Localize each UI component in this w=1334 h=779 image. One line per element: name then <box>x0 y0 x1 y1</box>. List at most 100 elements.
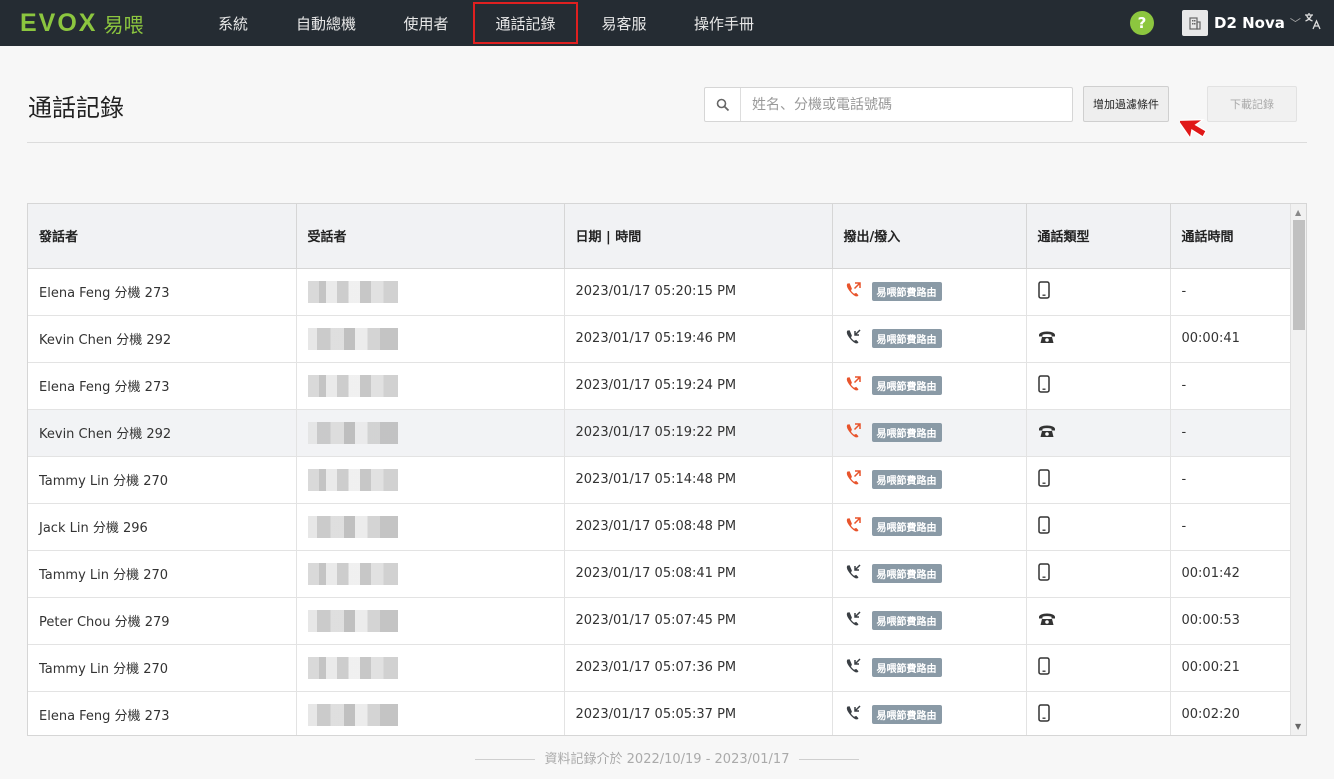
incoming-call-icon <box>844 328 862 350</box>
outgoing-call-icon <box>844 469 862 491</box>
column-header-duration[interactable]: 通話時間 <box>1170 204 1291 269</box>
duration-cell: - <box>1170 409 1291 457</box>
route-badge: 易喂節費路由 <box>871 470 942 489</box>
column-header-callee[interactable]: 受話者 <box>296 204 565 269</box>
direction-cell: 易喂節費路由 <box>832 456 1027 504</box>
caller-cell: Kevin Chen 分機 292 <box>28 409 297 457</box>
date-range-text: 資料記錄介於 2022/10/19 - 2023/01/17 <box>544 752 790 767</box>
caller-cell: Elena Feng 分機 273 <box>28 268 297 316</box>
scroll-down-icon[interactable]: ▼ <box>1295 722 1301 731</box>
scroll-thumb[interactable] <box>1293 220 1305 330</box>
datetime-cell: 2023/01/17 05:05:37 PM <box>564 691 833 735</box>
nav-item-customer-service[interactable]: 易客服 <box>578 0 670 46</box>
duration-cell: 00:02:20 <box>1170 691 1291 735</box>
redacted-callee-image <box>307 703 398 726</box>
direction-cell: 易喂節費路由 <box>832 691 1027 735</box>
table-row[interactable]: Elena Feng 分機 273 2023/01/17 05:19:24 PM 易… <box>28 362 1291 410</box>
datetime-cell: 2023/01/17 05:07:36 PM <box>564 644 833 692</box>
column-header-caller[interactable]: 發話者 <box>28 204 297 269</box>
route-badge: 易喂節費路由 <box>871 376 942 395</box>
outgoing-call-icon <box>844 281 862 303</box>
route-badge: 易喂節費路由 <box>871 658 942 677</box>
caller-cell: Tammy Lin 分機 270 <box>28 550 297 598</box>
top-navbar: EVOX 易喂 系統 自動總機 使用者 通話記錄 易客服 操作手冊 ? D2 N… <box>0 0 1334 46</box>
header-divider <box>27 142 1307 143</box>
table-row[interactable]: Elena Feng 分機 273 2023/01/17 05:20:15 PM 易… <box>28 268 1291 316</box>
caller-cell: Kevin Chen 分機 292 <box>28 315 297 363</box>
nav-item-manual[interactable]: 操作手冊 <box>670 0 778 46</box>
table-scrollbar[interactable]: ▲ ▼ <box>1290 204 1306 735</box>
caller-cell: Elena Feng 分機 273 <box>28 362 297 410</box>
outgoing-call-icon <box>844 516 862 538</box>
callee-cell <box>296 456 565 504</box>
call-type-cell <box>1026 691 1171 735</box>
call-records-table: 發話者 受話者 日期 | 時間 撥出/撥入 通話類型 通話時間 Elena Fe… <box>27 203 1307 736</box>
column-header-direction[interactable]: 撥出/撥入 <box>832 204 1027 269</box>
direction-cell: 易喂節費路由 <box>832 550 1027 598</box>
call-type-cell <box>1026 456 1171 504</box>
landline-phone-icon <box>1038 424 1056 438</box>
scroll-up-icon[interactable]: ▲ <box>1295 208 1301 217</box>
callee-cell <box>296 409 565 457</box>
datetime-cell: 2023/01/17 05:07:45 PM <box>564 597 833 645</box>
download-records-button[interactable]: 下載記錄 <box>1207 86 1297 122</box>
nav-item-auto-attendant[interactable]: 自動總機 <box>270 0 382 46</box>
mouse-cursor-icon <box>1176 110 1214 150</box>
account-name: D2 Nova <box>1214 14 1285 32</box>
table-row[interactable]: Peter Chou 分機 279 2023/01/17 05:07:45 PM 易… <box>28 597 1291 645</box>
chevron-down-icon: ﹀ <box>1289 17 1301 30</box>
table-row[interactable]: Tammy Lin 分機 270 2023/01/17 05:08:41 PM 易喂… <box>28 550 1291 598</box>
nav-item-call-records[interactable]: 通話記錄 <box>473 2 578 44</box>
table-row[interactable]: Elena Feng 分機 273 2023/01/17 05:05:37 PM 易… <box>28 691 1291 735</box>
caller-cell: Jack Lin 分機 296 <box>28 503 297 551</box>
caller-cell: Peter Chou 分機 279 <box>28 597 297 645</box>
route-badge: 易喂節費路由 <box>871 705 942 724</box>
direction-cell: 易喂節費路由 <box>832 409 1027 457</box>
datetime-cell: 2023/01/17 05:14:48 PM <box>564 456 833 504</box>
route-badge: 易喂節費路由 <box>871 329 942 348</box>
mobile-phone-icon <box>1037 656 1050 675</box>
translate-icon[interactable] <box>1304 12 1322 34</box>
caller-cell: Tammy Lin 分機 270 <box>28 456 297 504</box>
caller-cell: Elena Feng 分機 273 <box>28 691 297 735</box>
search-box <box>704 87 1073 122</box>
call-type-cell <box>1026 362 1171 410</box>
column-header-datetime[interactable]: 日期 | 時間 <box>564 204 833 269</box>
callee-cell <box>296 550 565 598</box>
nav-item-system[interactable]: 系統 <box>196 0 270 46</box>
logo-chinese-text: 易喂 <box>103 12 144 37</box>
table-row[interactable]: Tammy Lin 分機 270 2023/01/17 05:07:36 PM 易喂… <box>28 644 1291 692</box>
mobile-phone-icon <box>1037 468 1050 487</box>
table-row[interactable]: Kevin Chen 分機 292 2023/01/17 05:19:22 PM 易… <box>28 409 1291 457</box>
redacted-callee-image <box>307 421 398 444</box>
callee-cell <box>296 315 565 363</box>
table-row[interactable]: Tammy Lin 分機 270 2023/01/17 05:14:48 PM 易喂… <box>28 456 1291 504</box>
duration-cell: - <box>1170 362 1291 410</box>
column-header-call-type[interactable]: 通話類型 <box>1026 204 1171 269</box>
table-row[interactable]: Kevin Chen 分機 292 2023/01/17 05:19:46 PM 易… <box>28 315 1291 363</box>
redacted-callee-image <box>307 609 398 632</box>
building-icon <box>1182 10 1208 36</box>
mobile-phone-icon <box>1037 280 1050 299</box>
redacted-callee-image <box>307 515 398 538</box>
help-icon[interactable]: ? <box>1130 11 1154 35</box>
call-type-cell <box>1026 550 1171 598</box>
account-menu[interactable]: D2 Nova ﹀ <box>1182 9 1301 37</box>
datetime-cell: 2023/01/17 05:19:24 PM <box>564 362 833 410</box>
duration-cell: - <box>1170 503 1291 551</box>
route-badge: 易喂節費路由 <box>871 517 942 536</box>
add-filter-button[interactable]: 增加過濾條件 <box>1083 86 1169 122</box>
redacted-callee-image <box>307 468 398 491</box>
call-type-cell <box>1026 409 1171 457</box>
brand-logo[interactable]: EVOX 易喂 <box>20 9 144 37</box>
search-icon <box>705 88 741 121</box>
mobile-phone-icon <box>1037 703 1050 722</box>
footer-line-left <box>474 759 535 760</box>
direction-cell: 易喂節費路由 <box>832 315 1027 363</box>
datetime-cell: 2023/01/17 05:19:46 PM <box>564 315 833 363</box>
nav-item-users[interactable]: 使用者 <box>382 0 470 46</box>
search-input[interactable] <box>741 89 1072 120</box>
table-row[interactable]: Jack Lin 分機 296 2023/01/17 05:08:48 PM 易喂節… <box>28 503 1291 551</box>
datetime-cell: 2023/01/17 05:08:48 PM <box>564 503 833 551</box>
duration-cell: 00:00:53 <box>1170 597 1291 645</box>
